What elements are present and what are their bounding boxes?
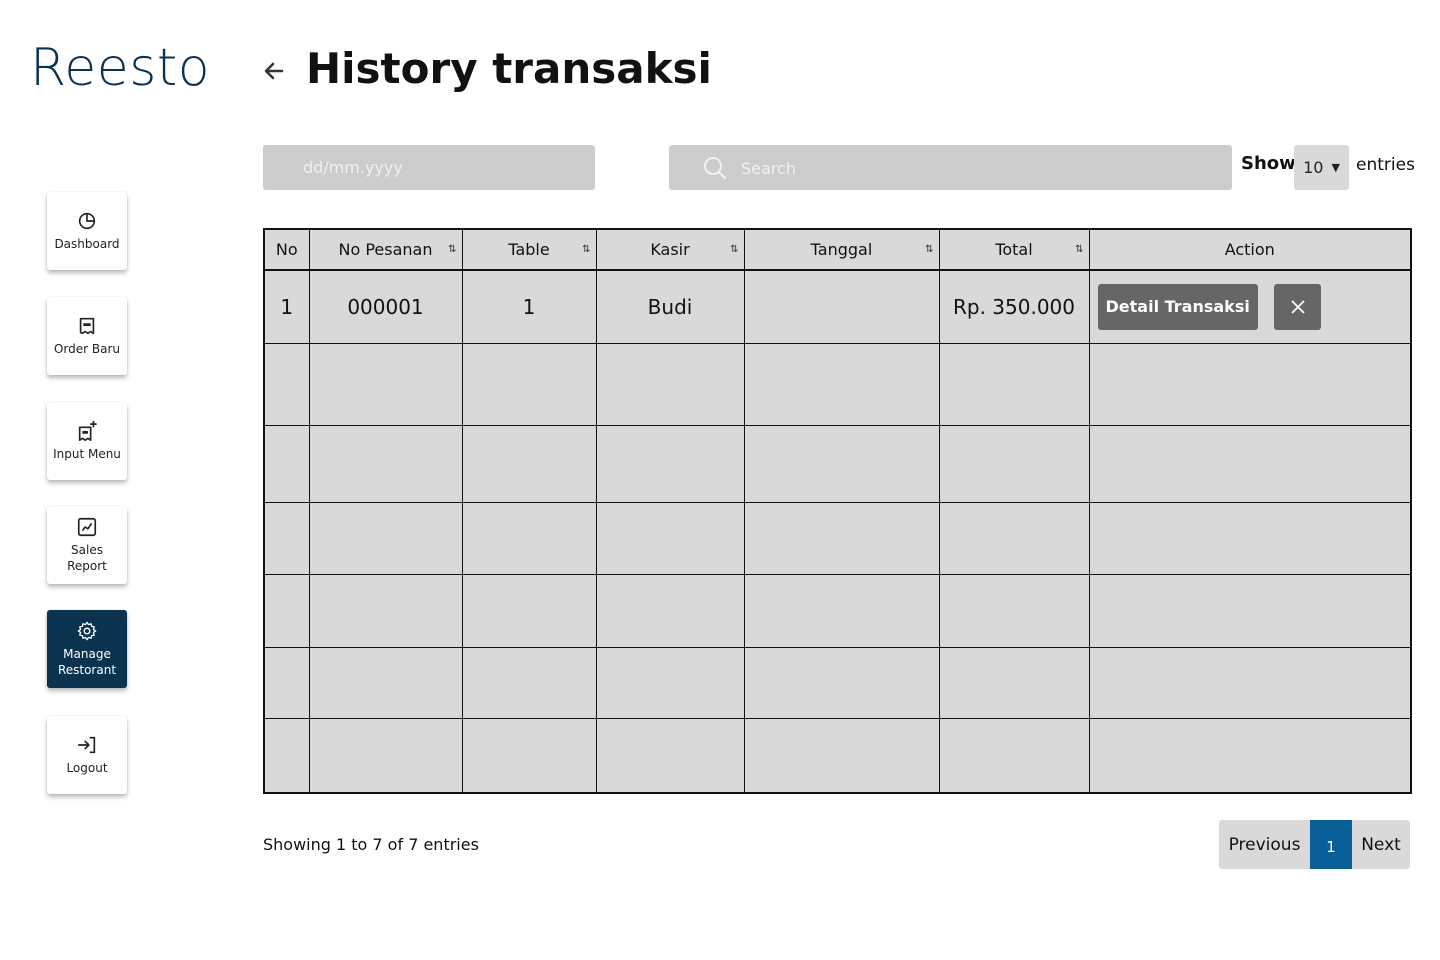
receipt-icon [79, 317, 95, 335]
transactions-table: No No Pesanan ⇅ Table ⇅ Kasir ⇅ Tanggal ⇅ To… [263, 228, 1412, 794]
sort-icon[interactable]: ⇅ [1075, 244, 1083, 255]
sidebar-item-label: Dashboard [54, 237, 120, 251]
sidebar-item-label: Sales Report [67, 543, 107, 573]
page-title: History transaksi [306, 44, 712, 93]
search-box[interactable] [669, 145, 1232, 192]
search-icon [704, 157, 727, 180]
column-header-total[interactable]: Total ⇅ [938, 228, 1090, 271]
sidebar-item-label: Logout [66, 761, 108, 775]
table-row [263, 424, 1412, 503]
sidebar-item-dashboard[interactable]: Dashboard [47, 192, 127, 270]
table-row [263, 573, 1412, 648]
entries-select[interactable]: 10 ▼ [1294, 145, 1349, 190]
show-label: Show [1241, 153, 1296, 174]
table-header-row: No No Pesanan ⇅ Table ⇅ Kasir ⇅ Tanggal ⇅ To… [263, 228, 1412, 271]
next-button[interactable]: Next [1352, 820, 1410, 869]
page-1-button[interactable]: 1 [1310, 820, 1352, 869]
sidebar-item-label: Order Baru [53, 342, 121, 356]
line-chart-icon [77, 517, 97, 537]
close-icon [1291, 300, 1305, 314]
pie-chart-icon [78, 212, 96, 230]
back-arrow-icon[interactable] [262, 58, 286, 84]
logout-icon [77, 736, 96, 754]
app-logo: Reesto [30, 38, 211, 98]
cell-tanggal [743, 269, 940, 344]
sidebar-item-manage-restorant[interactable]: Manage Restorant [47, 610, 127, 688]
table-row: 1 000001 1 Budi Rp. 350.000 Detail Trans… [263, 269, 1412, 344]
delete-button[interactable] [1274, 283, 1322, 330]
cell-action: Detail Transaksi [1088, 269, 1412, 344]
column-header-tanggal[interactable]: Tanggal ⇅ [743, 228, 940, 271]
sidebar-item-logout[interactable]: Logout [47, 716, 127, 794]
sort-icon[interactable]: ⇅ [925, 244, 933, 255]
date-input[interactable] [263, 145, 595, 190]
sort-icon[interactable]: ⇅ [582, 244, 590, 255]
detail-transaksi-button[interactable]: Detail Transaksi [1097, 283, 1258, 330]
pagination: Previous 1 Next [1219, 820, 1410, 869]
cell-total: Rp. 350.000 [938, 269, 1090, 344]
sort-icon[interactable]: ⇅ [730, 244, 738, 255]
entries-label: entries [1356, 155, 1415, 175]
showing-entries-text: Showing 1 to 7 of 7 entries [263, 835, 479, 854]
receipt-add-icon [78, 420, 97, 441]
sidebar-item-input-menu[interactable]: Input Menu [47, 402, 127, 480]
column-header-kasir[interactable]: Kasir ⇅ [595, 228, 745, 271]
table-row [263, 501, 1412, 575]
previous-button[interactable]: Previous [1219, 820, 1310, 869]
table-row [263, 646, 1412, 719]
caret-down-icon: ▼ [1331, 161, 1340, 174]
sidebar-item-order-baru[interactable]: Order Baru [47, 297, 127, 375]
sort-icon[interactable]: ⇅ [448, 244, 456, 255]
cell-kasir: Budi [595, 269, 745, 344]
cell-no-pesanan: 000001 [308, 269, 463, 344]
table-row [263, 717, 1412, 794]
sidebar-item-label: Input Menu [53, 447, 121, 461]
column-header-table[interactable]: Table ⇅ [461, 228, 597, 271]
cell-no: 1 [263, 269, 310, 344]
cell-table: 1 [461, 269, 597, 344]
entries-select-value: 10 [1303, 158, 1324, 177]
sidebar-item-label: Manage Restorant [57, 647, 117, 677]
column-header-action: Action [1088, 228, 1412, 271]
sidebar-item-sales-report[interactable]: Sales Report [47, 506, 127, 584]
search-input[interactable] [739, 145, 1223, 192]
column-header-no: No [263, 228, 310, 271]
gear-icon [77, 621, 97, 641]
column-header-no-pesanan[interactable]: No Pesanan ⇅ [308, 228, 463, 271]
table-row [263, 342, 1412, 426]
